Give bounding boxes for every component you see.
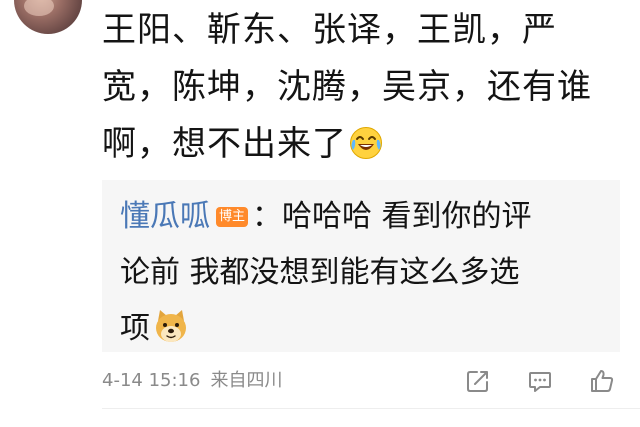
reply-content: 懂瓜呱 博主 ：哈哈哈 看到你的评 论前 我都没想到能有这么多选 项 (120, 189, 610, 357)
comment-body: 王阳、靳东、张译，王凯，严 宽，陈坤，沈腾，吴京，还有谁 啊，想不出来了 (102, 2, 622, 173)
comment-line-with-emoji: 啊，想不出来了 (102, 116, 622, 173)
location: 来自四川 (210, 370, 283, 391)
reply-separator: ： (252, 199, 283, 234)
comment-line: 宽，陈坤，沈腾，吴京，还有谁 (102, 67, 592, 107)
reply-text-line: 项 (120, 311, 150, 346)
comment-icon (529, 372, 551, 392)
divider (102, 408, 640, 409)
like-icon (591, 370, 614, 392)
doge-emoji-icon (156, 310, 186, 342)
comment-card: 王阳、靳东、张译，王凯，严 宽，陈坤，沈腾，吴京，还有谁 啊，想不出来了 懂瓜呱… (0, 0, 640, 427)
blogger-badge: 博主 (216, 207, 249, 227)
avatar[interactable] (14, 0, 82, 34)
share-button[interactable] (463, 366, 493, 396)
share-icon (467, 371, 488, 392)
reply-text-line: 论前 我都没想到能有这么多选 (120, 255, 520, 290)
reply-box[interactable]: 懂瓜呱 博主 ：哈哈哈 看到你的评 论前 我都没想到能有这么多选 项 (102, 180, 620, 352)
reply-text-line: 哈哈哈 看到你的评 (282, 199, 532, 234)
like-button[interactable] (587, 366, 617, 396)
laughing-crying-emoji-icon (350, 127, 382, 159)
comment-meta: 4-14 15:16 来自四川 (102, 368, 282, 394)
comment-line: 王阳、靳东、张译，王凯，严 (102, 10, 557, 50)
comment-line: 啊，想不出来了 (102, 124, 347, 164)
timestamp: 4-14 15:16 (102, 370, 201, 391)
comment-button[interactable] (525, 366, 555, 396)
reply-username[interactable]: 懂瓜呱 (120, 199, 210, 234)
